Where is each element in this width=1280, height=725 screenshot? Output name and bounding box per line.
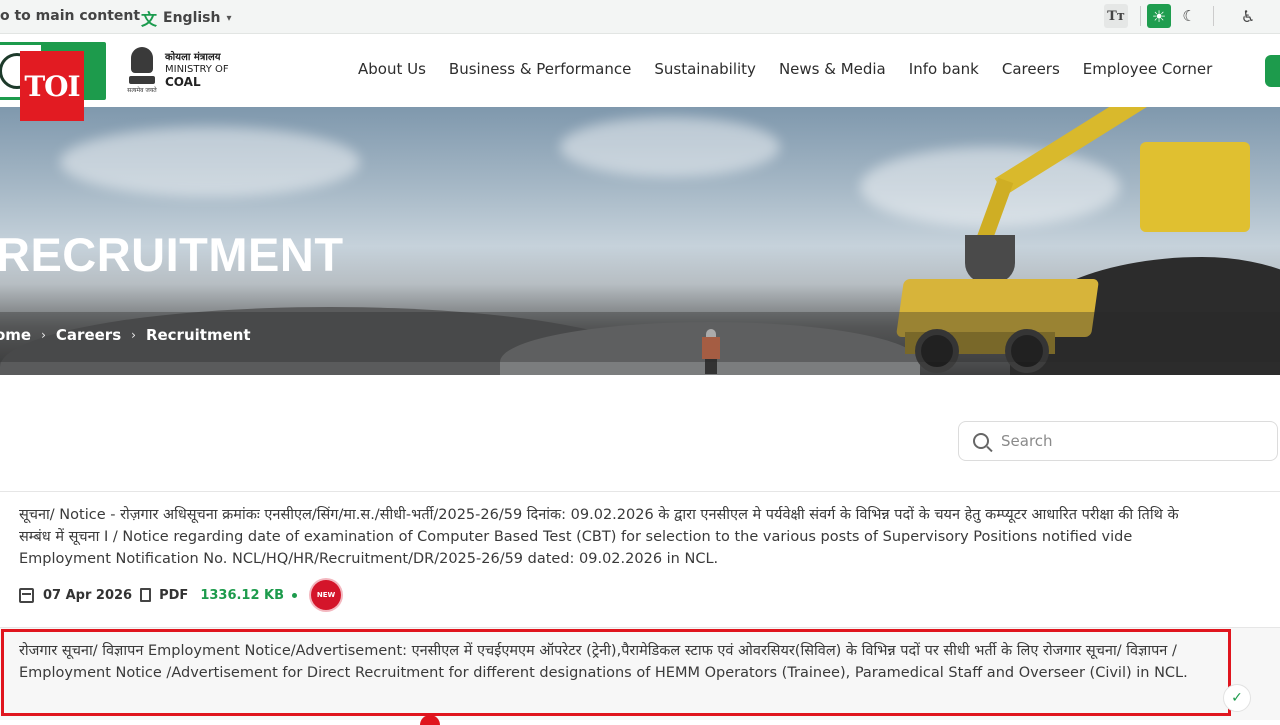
accessibility-tools: Tт ☀ ☾ ♿	[1104, 4, 1260, 28]
notice-date: 07 Apr 2026	[43, 587, 133, 603]
page-title: RECRUITMENT	[0, 228, 344, 281]
toi-watermark: TOI	[20, 51, 84, 121]
menu-item-careers[interactable]: Careers	[1002, 60, 1060, 78]
search-icon	[973, 433, 989, 449]
notice-title[interactable]: सूचना/ Notice - रोज़गार अधिसूचना क्रमांक…	[19, 504, 1214, 570]
breadcrumb-home[interactable]: ome	[0, 326, 31, 344]
skip-to-content-link[interactable]: o to main content	[0, 8, 140, 24]
dot-icon	[292, 592, 298, 598]
calendar-icon	[19, 587, 34, 603]
text-size-button[interactable]: Tт	[1104, 4, 1128, 28]
breadcrumb-careers[interactable]: Careers	[56, 326, 121, 344]
emblem-motto: सत्यमेव जयते	[127, 86, 157, 94]
menu-item-employee-corner[interactable]: Employee Corner	[1083, 60, 1213, 78]
list-item[interactable]: रोजगार सूचना/ विज्ञापन Employment Notice…	[0, 628, 1280, 720]
sun-icon[interactable]: ☀	[1147, 4, 1171, 28]
notice-meta: 07 Apr 2026 PDF 1336.12 KB NEW	[19, 580, 342, 610]
notice-file-size[interactable]: 1336.12 KB	[200, 588, 284, 603]
new-badge: NEW	[311, 580, 342, 610]
national-emblem-icon: सत्यमेव जयते	[127, 45, 157, 95]
divider	[1213, 6, 1214, 26]
excavator-bucket	[965, 235, 1015, 283]
chevron-right-icon: ›	[131, 328, 136, 342]
utility-bar: o to main content 文 English ▾ Tт ☀ ☾ ♿	[0, 0, 1280, 34]
list-item[interactable]: सूचना/ Notice - रोज़गार अधिसूचना क्रमांक…	[0, 491, 1280, 628]
moon-icon[interactable]: ☾	[1177, 4, 1201, 28]
menu-item-news-media[interactable]: News & Media	[779, 60, 886, 78]
translate-icon: 文	[141, 10, 158, 29]
breadcrumb: ome › Careers › Recruitment	[0, 326, 251, 344]
chevron-right-icon: ›	[41, 328, 46, 342]
accessibility-icon[interactable]: ♿	[1236, 4, 1260, 28]
ministry-line2: COAL	[165, 75, 201, 89]
nav-cta-button[interactable]	[1265, 55, 1280, 87]
language-selector[interactable]: 文 English ▾	[141, 6, 232, 30]
cloud	[60, 127, 360, 197]
cloud	[560, 117, 780, 177]
excavator-cab	[1140, 142, 1250, 232]
chevron-down-icon: ▾	[226, 12, 232, 24]
menu-item-business-performance[interactable]: Business & Performance	[449, 60, 631, 78]
notice-file-type: PDF	[159, 587, 189, 603]
ministry-of-coal-logo[interactable]: सत्यमेव जयते कोयला मंत्रालय MINISTRY OF …	[127, 45, 229, 95]
hero-banner: RECRUITMENT ome › Careers › Recruitment	[0, 107, 1280, 375]
menu-item-about-us[interactable]: About Us	[358, 60, 426, 78]
main-navbar: सत्यमेव जयते कोयला मंत्रालय MINISTRY OF …	[0, 35, 1280, 107]
search-input[interactable]	[1001, 432, 1261, 450]
check-icon[interactable]: ✓	[1223, 684, 1251, 712]
document-icon	[140, 588, 152, 602]
notice-title[interactable]: रोजगार सूचना/ विज्ञापन Employment Notice…	[19, 640, 1214, 684]
primary-menu: About Us Business & Performance Sustaina…	[358, 60, 1235, 78]
language-label: English	[163, 10, 221, 26]
menu-item-sustainability[interactable]: Sustainability	[654, 60, 756, 78]
divider	[1140, 6, 1141, 26]
breadcrumb-recruitment: Recruitment	[145, 326, 251, 344]
menu-item-info-bank[interactable]: Info bank	[909, 60, 979, 78]
search-box	[958, 421, 1278, 461]
ministry-hindi: कोयला मंत्रालय	[165, 52, 221, 63]
